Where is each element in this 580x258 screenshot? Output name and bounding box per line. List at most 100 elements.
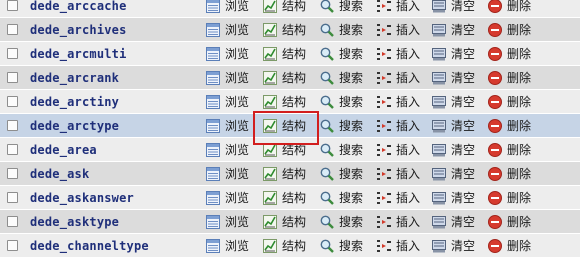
drop-button[interactable]: 删除 [487, 45, 531, 63]
browse-button[interactable]: 浏览 [205, 21, 249, 39]
insert-button[interactable]: 插入 [376, 0, 420, 15]
drop-button[interactable]: 删除 [487, 237, 531, 255]
drop-button[interactable]: 删除 [487, 213, 531, 231]
insert-button[interactable]: 插入 [376, 21, 420, 39]
structure-button[interactable]: 结构 [262, 93, 306, 111]
table-name[interactable]: dede_arccache [30, 0, 127, 15]
empty-button[interactable]: 清空 [431, 93, 475, 111]
insert-button[interactable]: 插入 [376, 93, 420, 111]
drop-button[interactable]: 删除 [487, 165, 531, 183]
row-checkbox[interactable] [7, 144, 18, 155]
structure-button[interactable]: 结构 [262, 117, 306, 135]
structure-button[interactable]: 结构 [262, 213, 306, 231]
row-checkbox[interactable] [7, 72, 18, 83]
row-checkbox[interactable] [7, 0, 18, 11]
search-button[interactable]: 搜索 [319, 0, 363, 15]
drop-button[interactable]: 删除 [487, 21, 531, 39]
table-name[interactable]: dede_arctiny [30, 93, 119, 111]
table-name[interactable]: dede_arcmulti [30, 45, 127, 63]
empty-button[interactable]: 清空 [431, 237, 475, 255]
insert-button[interactable]: 插入 [376, 237, 420, 255]
empty-button[interactable]: 清空 [431, 165, 475, 183]
row-checkbox[interactable] [7, 96, 18, 107]
table-name[interactable]: dede_askanswer [30, 189, 134, 207]
search-button[interactable]: 搜索 [319, 237, 363, 255]
row-checkbox[interactable] [7, 24, 18, 35]
search-button[interactable]: 搜索 [319, 117, 363, 135]
empty-button[interactable]: 清空 [431, 189, 475, 207]
table-row-selected: dede_arctype 浏览 结构 搜索 插入 清空 删除 [0, 114, 580, 138]
table-name[interactable]: dede_channeltype [30, 237, 149, 255]
browse-icon [205, 190, 221, 206]
table-name[interactable]: dede_arcrank [30, 69, 119, 87]
browse-button[interactable]: 浏览 [205, 45, 249, 63]
row-checkbox[interactable] [7, 192, 18, 203]
empty-button[interactable]: 清空 [431, 45, 475, 63]
browse-button[interactable]: 浏览 [205, 165, 249, 183]
drop-button[interactable]: 删除 [487, 0, 531, 15]
insert-button[interactable]: 插入 [376, 69, 420, 87]
insert-button[interactable]: 插入 [376, 141, 420, 159]
browse-button[interactable]: 浏览 [205, 69, 249, 87]
structure-button[interactable]: 结构 [262, 141, 306, 159]
search-button[interactable]: 搜索 [319, 93, 363, 111]
search-button[interactable]: 搜索 [319, 69, 363, 87]
browse-button[interactable]: 浏览 [205, 0, 249, 15]
insert-button[interactable]: 插入 [376, 213, 420, 231]
row-checkbox[interactable] [7, 168, 18, 179]
structure-button[interactable]: 结构 [262, 189, 306, 207]
insert-button[interactable]: 插入 [376, 117, 420, 135]
search-button[interactable]: 搜索 [319, 45, 363, 63]
insert-button[interactable]: 插入 [376, 165, 420, 183]
insert-button[interactable]: 插入 [376, 45, 420, 63]
browse-button[interactable]: 浏览 [205, 141, 249, 159]
empty-button[interactable]: 清空 [431, 141, 475, 159]
drop-icon [487, 94, 503, 110]
browse-button[interactable]: 浏览 [205, 213, 249, 231]
insert-icon [376, 142, 392, 158]
structure-button[interactable]: 结构 [262, 165, 306, 183]
drop-button[interactable]: 删除 [487, 93, 531, 111]
browse-button[interactable]: 浏览 [205, 237, 249, 255]
search-button[interactable]: 搜索 [319, 141, 363, 159]
drop-button[interactable]: 删除 [487, 117, 531, 135]
structure-button[interactable]: 结构 [262, 69, 306, 87]
structure-icon [262, 46, 278, 62]
browse-button[interactable]: 浏览 [205, 117, 249, 135]
browse-icon [205, 142, 221, 158]
structure-button[interactable]: 结构 [262, 21, 306, 39]
insert-button[interactable]: 插入 [376, 189, 420, 207]
table-name[interactable]: dede_asktype [30, 213, 119, 231]
drop-icon [487, 0, 503, 14]
search-button[interactable]: 搜索 [319, 21, 363, 39]
empty-button[interactable]: 清空 [431, 0, 475, 15]
browse-button[interactable]: 浏览 [205, 189, 249, 207]
drop-button[interactable]: 删除 [487, 189, 531, 207]
search-button[interactable]: 搜索 [319, 165, 363, 183]
table-name[interactable]: dede_arctype [30, 117, 119, 135]
row-checkbox[interactable] [7, 120, 18, 131]
search-icon [319, 46, 335, 62]
drop-button[interactable]: 删除 [487, 141, 531, 159]
structure-button[interactable]: 结构 [262, 237, 306, 255]
browse-button[interactable]: 浏览 [205, 93, 249, 111]
row-checkbox[interactable] [7, 48, 18, 59]
empty-button[interactable]: 清空 [431, 213, 475, 231]
row-checkbox[interactable] [7, 216, 18, 227]
search-button[interactable]: 搜索 [319, 213, 363, 231]
browse-icon [205, 166, 221, 182]
empty-button[interactable]: 清空 [431, 21, 475, 39]
drop-icon [487, 238, 503, 254]
structure-button[interactable]: 结构 [262, 0, 306, 15]
table-name[interactable]: dede_archives [30, 21, 127, 39]
structure-button[interactable]: 结构 [262, 45, 306, 63]
search-button[interactable]: 搜索 [319, 189, 363, 207]
empty-button[interactable]: 清空 [431, 117, 475, 135]
empty-button[interactable]: 清空 [431, 69, 475, 87]
table-name[interactable]: dede_ask [30, 165, 89, 183]
search-icon [319, 190, 335, 206]
row-checkbox[interactable] [7, 240, 18, 251]
drop-button[interactable]: 删除 [487, 69, 531, 87]
table-row: dede_area 浏览 结构 搜索 插入 清空 删除 [0, 138, 580, 162]
table-name[interactable]: dede_area [30, 141, 97, 159]
